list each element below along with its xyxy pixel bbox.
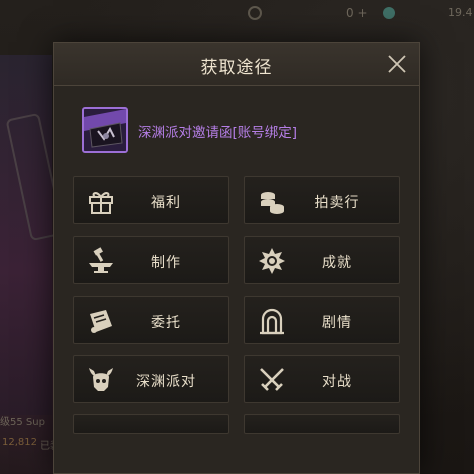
invitation-item-icon[interactable] (82, 107, 128, 153)
currency-icon (248, 6, 262, 20)
source-label: 委托 (151, 315, 181, 331)
close-button[interactable] (385, 52, 409, 76)
item-info: 深渊派对邀请函[账号绑定] (82, 107, 399, 155)
source-label: 拍卖行 (314, 195, 360, 211)
source-button-partial[interactable] (73, 414, 229, 434)
source-button-story[interactable]: 剧情 (244, 296, 400, 344)
source-label: 成就 (322, 255, 352, 271)
source-button-battle[interactable]: 对战 (244, 355, 400, 403)
source-button-commission[interactable]: 委托 (73, 296, 229, 344)
dialog-title: 获取途径 (200, 58, 273, 78)
background-level-text: 级55 Sup (0, 417, 45, 428)
source-label: 剧情 (322, 315, 352, 331)
source-label: 制作 (151, 255, 181, 271)
background-score: 12,812 (2, 437, 37, 448)
background-equipment-art (0, 55, 65, 415)
source-button-auction[interactable]: 拍卖行 (244, 176, 400, 224)
source-button-crafting[interactable]: 制作 (73, 236, 229, 284)
source-button-welfare[interactable]: 福利 (73, 176, 229, 224)
gem-value: 19.4 (448, 6, 473, 19)
dialog-header: 获取途径 (54, 43, 419, 86)
currency-value: 0 + (346, 6, 368, 20)
source-button-achievement[interactable]: 成就 (244, 236, 400, 284)
source-label: 对战 (322, 374, 352, 390)
source-label: 福利 (151, 195, 181, 211)
acquisition-dialog: 获取途径 深渊派对邀请函[账号绑定] 福利 拍卖行 制作 成就 委托 剧情 深渊… (53, 42, 420, 474)
source-button-abyss-party[interactable]: 深渊派对 (73, 355, 229, 403)
item-name: 深渊派对邀请函[账号绑定] (138, 125, 298, 141)
source-label: 深渊派对 (136, 374, 196, 390)
gem-icon (383, 7, 395, 19)
source-button-partial[interactable] (244, 414, 400, 434)
close-icon (388, 55, 406, 73)
